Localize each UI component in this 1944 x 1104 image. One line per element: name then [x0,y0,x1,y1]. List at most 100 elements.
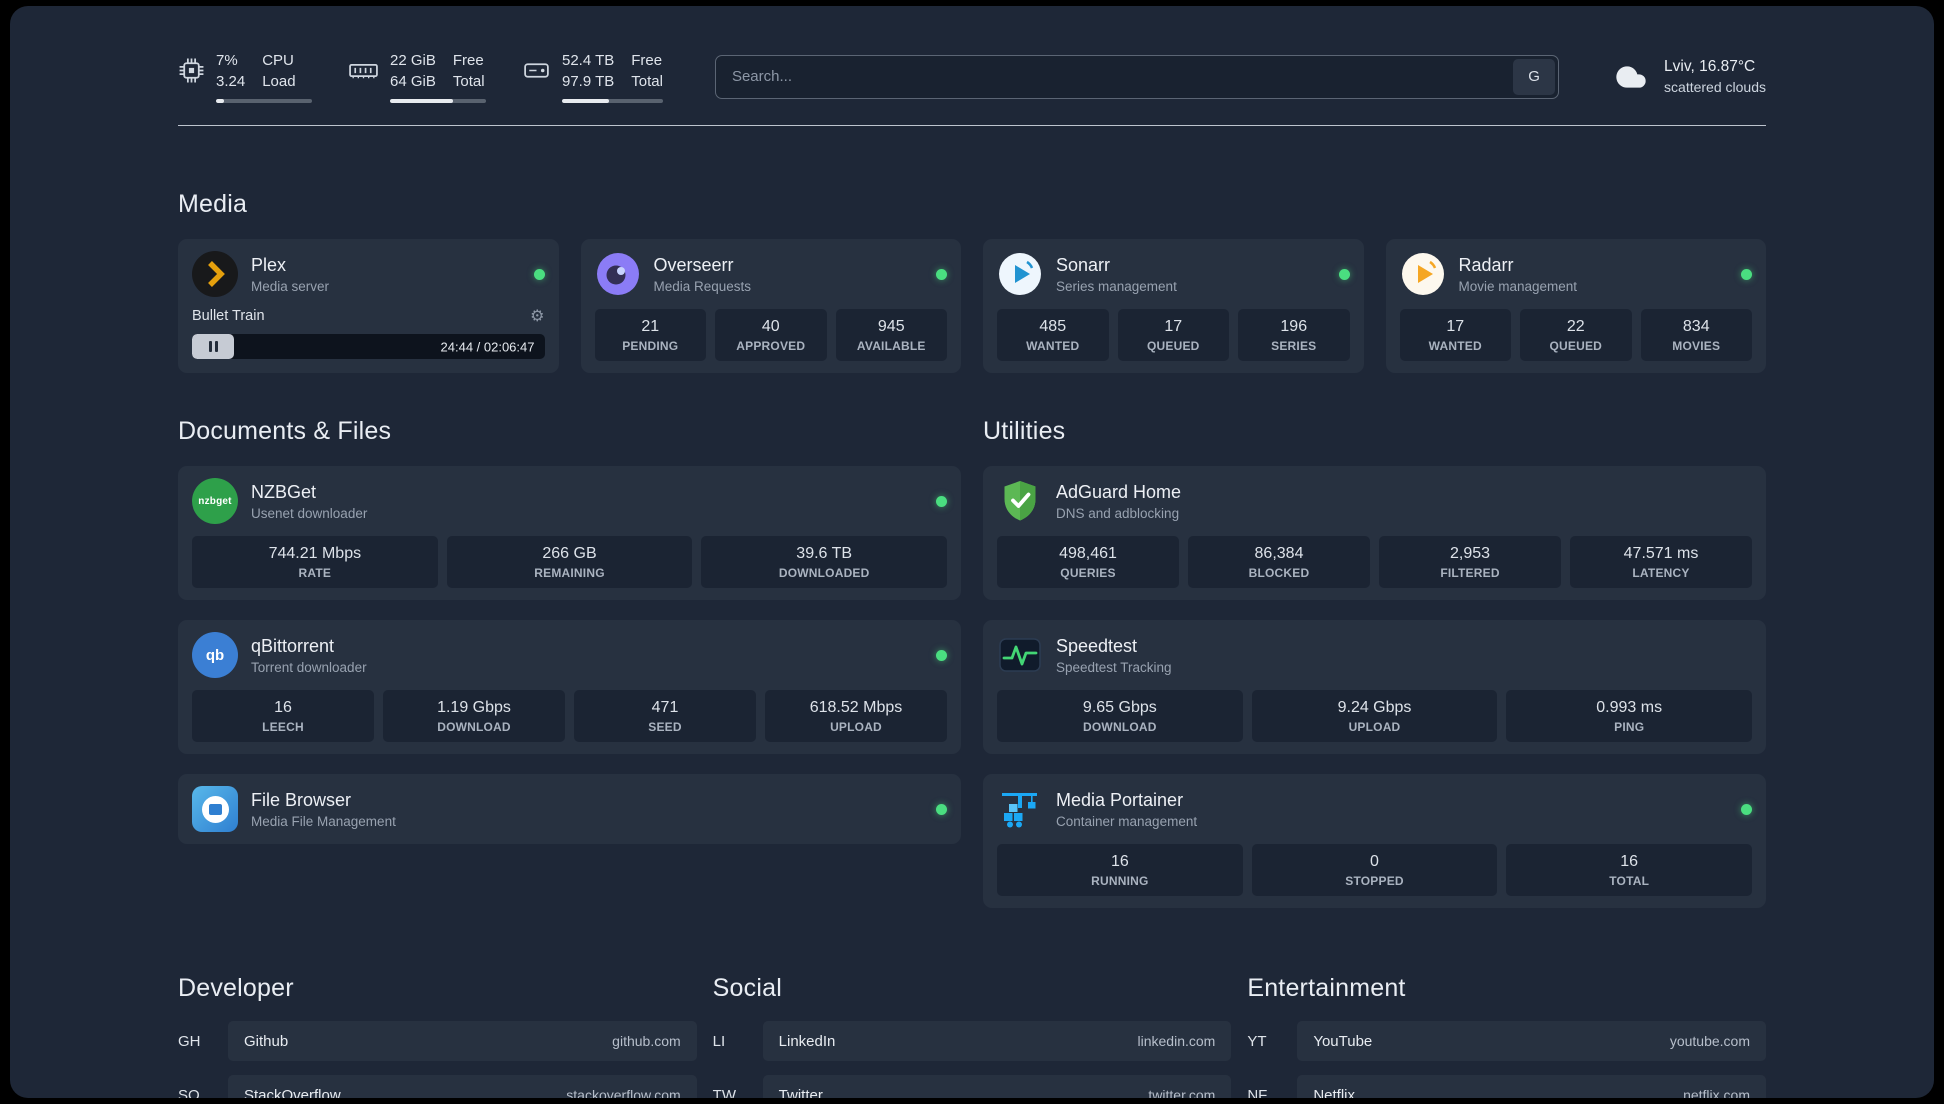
memory-free-label: Free [452,52,484,69]
stat-tile: 39.6 TB DOWNLOADED [701,536,948,588]
status-dot [936,268,947,280]
bookmark-youtube[interactable]: YouTube youtube.com [1297,1021,1766,1061]
stat-tile: 834 MOVIES [1640,309,1752,361]
bookmark-twitter[interactable]: Twitter twitter.com [762,1075,1232,1098]
service-name: Sonarr [1056,254,1111,275]
status-dot [533,268,545,280]
status-dot [936,803,947,815]
disk-progress-fill [562,99,610,103]
service-name: Plex [251,254,287,275]
now-playing-title: Bullet Train [192,308,265,324]
service-card-overseerr[interactable]: Overseerr Media Requests 21 PENDING 40 APP… [580,239,961,373]
bookmark-row: NF Netflix netflix.com [1247,1075,1766,1098]
stat-tile: 485 WANTED [997,309,1109,361]
section-title-documents: Documents & Files [178,417,392,445]
status-dot [1338,268,1350,280]
cpu-progress-bar [216,99,312,103]
status-dot [1741,803,1752,815]
cpu-load-label: Load [262,73,296,90]
stat-tile: 16 LEECH [192,690,374,742]
stat-tile: 498,461 QUERIES [997,536,1179,588]
bookmark-github[interactable]: Github github.com [228,1021,697,1061]
cloud-icon [1611,61,1651,93]
stat-tile: 0.993 ms PING [1506,690,1753,742]
stat-tile: 21 PENDING [594,309,706,361]
portainer-icon [997,786,1043,832]
service-name: qBittorrent [251,635,335,656]
bookmark-row: YT YouTube youtube.com [1247,1021,1766,1061]
plex-icon [192,251,238,297]
disk-icon [522,57,551,84]
section-title-utilities: Utilities [983,417,1066,445]
settings-icon[interactable]: ⚙ [530,306,544,326]
memory-total-value: 64 GiB [390,73,436,90]
bookmark-row: GH Github github.com [178,1021,697,1061]
bookmark-abbr: YT [1247,1032,1267,1050]
section-title-developer: Developer [178,974,294,1002]
bookmark-linkedin[interactable]: LinkedIn linkedin.com [762,1021,1232,1061]
stat-tile: 16 RUNNING [997,844,1243,896]
service-card-sonarr[interactable]: Sonarr Series management 485 WANTED 17 QUE… [983,239,1364,373]
search-bar: G [714,54,1560,99]
stat-tile: 266 GB REMAINING [446,536,693,588]
bookmark-abbr: SO [178,1086,200,1099]
bookmark-abbr: GH [178,1032,201,1050]
sonarr-icon [997,251,1043,297]
service-card-nzbget[interactable]: nzbget NZBGet Usenet downloader 744.21 M… [178,466,961,600]
stat-tile: 2,953 FILTERED [1379,536,1561,588]
stat-tile: 618.52 Mbps UPLOAD [765,690,947,742]
service-card-portainer[interactable]: Media Portainer Container management 16 R… [983,774,1766,908]
service-card-qbittorrent[interactable]: qb qBittorrent Torrent downloader 16 LEEC… [178,620,961,754]
bookmark-abbr: TW [712,1086,736,1099]
cpu-usage: 7% [216,52,238,69]
bookmark-netflix[interactable]: Netflix netflix.com [1297,1075,1766,1098]
pause-icon[interactable] [192,334,235,359]
radarr-icon [1400,251,1446,297]
adguard-icon [997,478,1043,524]
cpu-label: CPU [262,52,294,69]
stat-tile: 196 SERIES [1238,309,1350,361]
memory-widget: 22 GiB 64 GiB Free Total [348,50,486,103]
disk-free-label: Free [631,52,663,69]
search-input[interactable] [715,55,1511,98]
stat-tile: 9.65 Gbps DOWNLOAD [997,690,1243,742]
memory-progress-bar [390,99,486,103]
service-desc: DNS and adblocking [1056,505,1180,521]
bookmark-row: SO StackOverflow stackoverflow.com [178,1075,697,1098]
weather-condition: scattered clouds [1664,79,1766,95]
service-desc: Series management [1056,278,1177,294]
stat-tile: 744.21 Mbps RATE [192,536,438,588]
stat-tile: 0 STOPPED [1251,844,1498,896]
service-name: NZBGet [251,481,317,502]
service-name: Radarr [1458,254,1514,275]
player-progress-bar[interactable]: 24:44 / 02:06:47 [192,334,545,359]
memory-progress-fill [390,99,454,103]
search-engine-button[interactable]: G [1513,58,1556,95]
playback-time: 24:44 / 02:06:47 [440,339,535,354]
service-name: Overseerr [653,254,734,275]
stat-tile: 16 TOTAL [1506,844,1753,896]
service-card-filebrowser[interactable]: File Browser Media File Management [178,774,961,844]
bookmark-row: TW Twitter twitter.com [713,1075,1232,1098]
overseerr-icon [595,251,641,297]
stat-tile: 1.19 Gbps DOWNLOAD [383,690,565,742]
service-card-adguard[interactable]: AdGuard Home DNS and adblocking 498,461 Q… [983,466,1766,600]
service-desc: Movie management [1458,278,1578,294]
service-desc: Container management [1056,813,1198,829]
weather-location: Lviv, 16.87°C [1664,58,1756,75]
service-name: File Browser [251,789,352,810]
bookmark-stackoverflow[interactable]: StackOverflow stackoverflow.com [228,1075,697,1098]
stat-tile: 17 WANTED [1399,309,1511,361]
top-bar: 7% 3.24 CPU Load 22 GiB 64 GiB Free Total [178,50,1766,103]
cpu-widget: 7% 3.24 CPU Load [178,50,312,103]
cpu-progress-fill [216,99,224,103]
section-title-entertainment: Entertainment [1247,974,1406,1002]
cpu-load-value: 3.24 [216,73,246,90]
service-card-plex[interactable]: Plex Media server Bullet Train ⚙ 24:44 /… [178,239,559,373]
filebrowser-icon [192,786,238,832]
service-desc: Speedtest Tracking [1056,659,1172,675]
speedtest-icon [997,632,1043,678]
service-card-radarr[interactable]: Radarr Movie management 17 WANTED 22 QUEUE… [1385,239,1766,373]
disk-widget: 52.4 TB 97.9 TB Free Total [522,50,663,103]
service-card-speedtest[interactable]: Speedtest Speedtest Tracking 9.65 Gbps DO… [983,620,1766,754]
